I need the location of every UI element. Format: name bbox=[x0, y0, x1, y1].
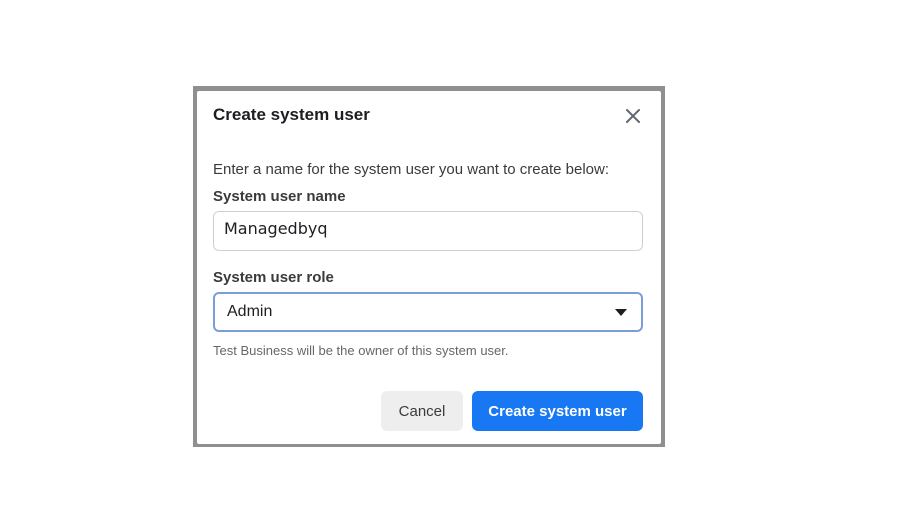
dialog-instructions: Enter a name for the system user you wan… bbox=[213, 161, 610, 178]
cancel-button[interactable]: Cancel bbox=[381, 391, 463, 431]
system-user-name-label: System user name bbox=[213, 188, 346, 205]
caret-down-icon bbox=[615, 308, 627, 316]
owner-help-text: Test Business will be the owner of this … bbox=[213, 343, 509, 358]
create-system-user-button[interactable]: Create system user bbox=[472, 391, 643, 431]
system-user-name-input[interactable]: Managedbyq bbox=[213, 211, 643, 251]
dialog-title: Create system user bbox=[213, 105, 370, 124]
close-icon bbox=[626, 109, 640, 123]
system-user-role-select[interactable]: Admin bbox=[213, 292, 643, 332]
create-system-user-dialog: Create system user Enter a name for the … bbox=[197, 91, 661, 444]
close-button[interactable] bbox=[623, 106, 643, 126]
selected-role: Admin bbox=[227, 303, 273, 320]
system-user-role-label: System user role bbox=[213, 269, 334, 286]
